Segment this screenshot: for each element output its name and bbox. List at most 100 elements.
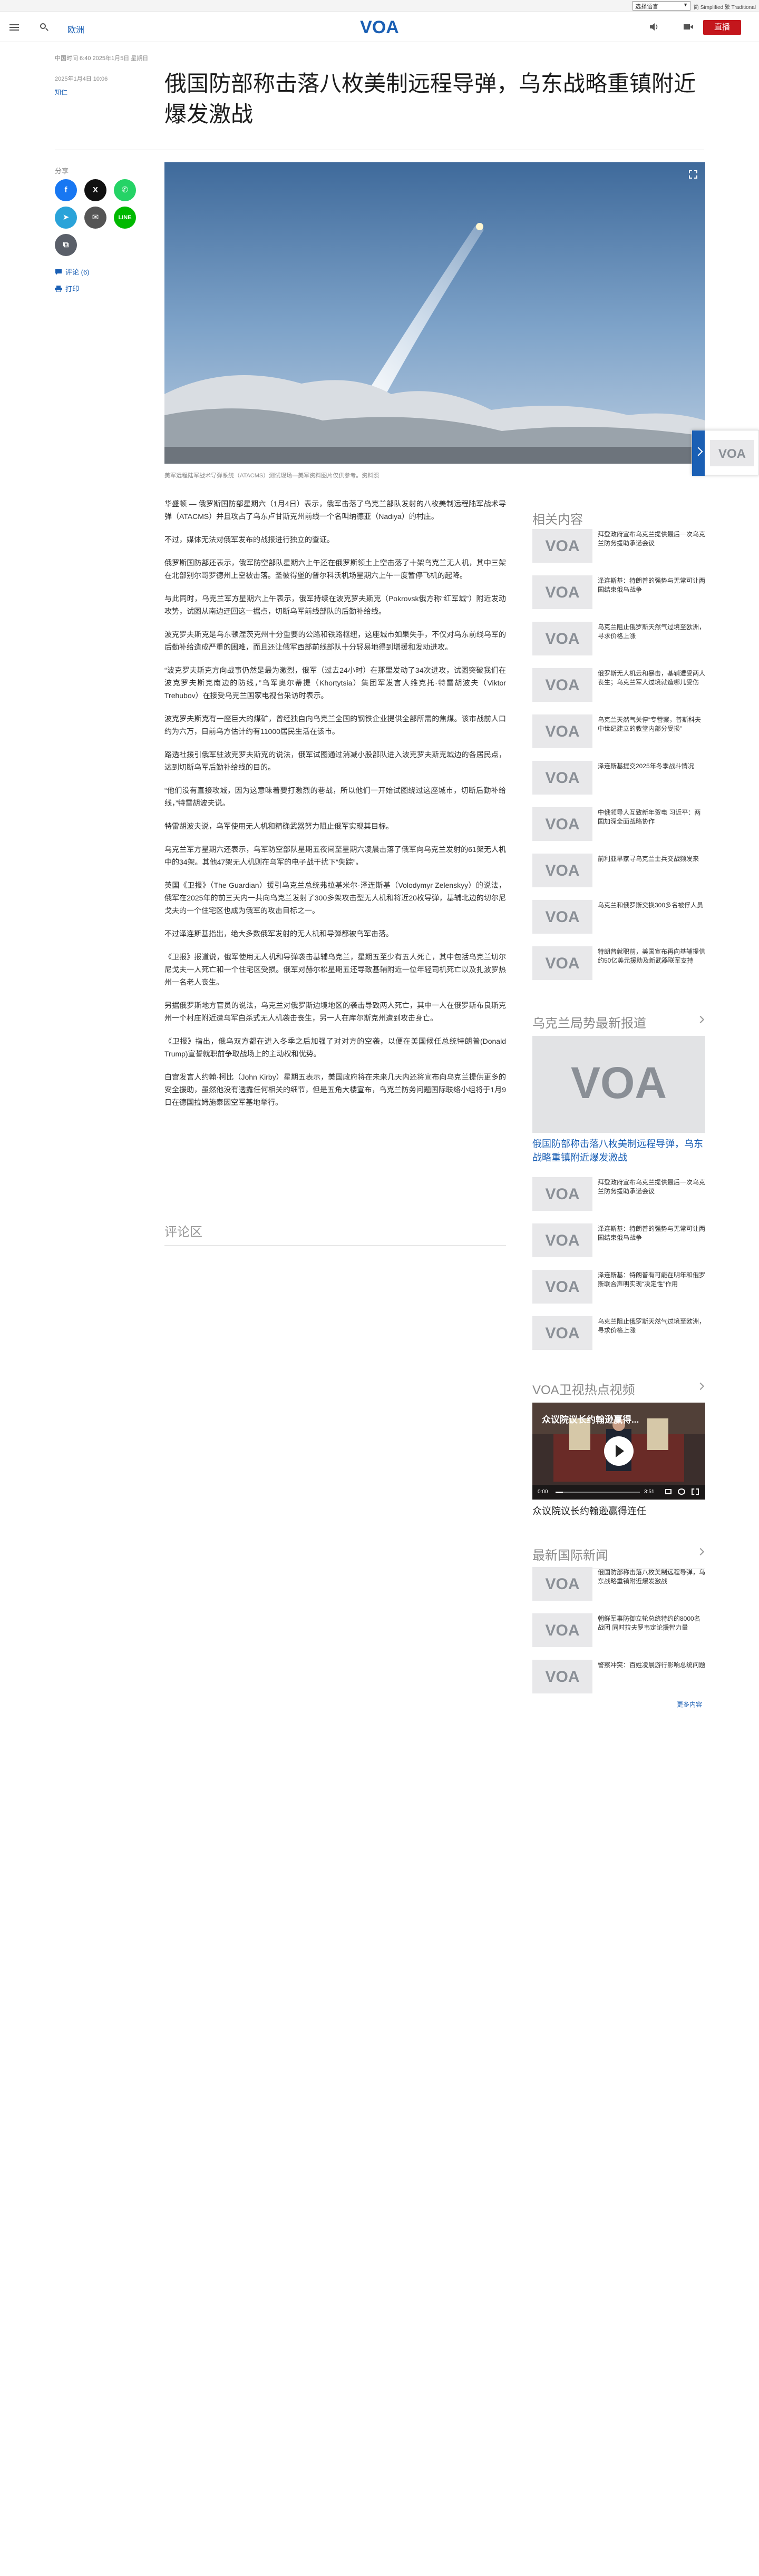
list-item[interactable]: VOA 拜登政府宣布乌克兰提供最后一次乌克兰防务援助承诺会议: [532, 529, 705, 566]
voa-placeholder-logo: VOA: [545, 677, 579, 694]
telegram-icon[interactable]: ➤: [55, 207, 77, 229]
paragraph: 波克罗夫斯克有一座巨大的煤矿，曾经独自向乌克兰全国的钢铁企业提供全部所需的焦煤。…: [164, 714, 506, 736]
list-item[interactable]: VOA 乌克兰天然气关停“专营案，普斯科夫中世纪建立的教堂内部分受损”: [532, 714, 705, 751]
list-item[interactable]: VOA 乌克兰阻止俄罗斯天然气过境至欧洲，寻求价格上涨: [532, 1316, 705, 1353]
thumbnail: VOA: [532, 1567, 592, 1601]
video-progress-track[interactable]: [556, 1492, 640, 1493]
paragraph: 路透社援引俄军驻波克罗夫斯克的说法，俄军试图通过消减小股部队进入波克罗夫斯克城边…: [164, 750, 506, 771]
thumbnail: VOA: [532, 1613, 592, 1647]
print-link-label: 打印: [65, 285, 80, 293]
floating-player[interactable]: VOA: [692, 430, 759, 476]
share-label: 分享: [55, 167, 69, 175]
list-item-title: 特朗普就职前，美国宣布再向基辅提供约50亿美元援助及新武器联军支持: [598, 948, 706, 964]
audio-icon[interactable]: [649, 23, 659, 31]
hero-image[interactable]: [164, 162, 705, 464]
latest-featured-thumbnail[interactable]: VOA: [532, 1036, 705, 1133]
paragraph: 白宫发言人约翰·柯比（John Kirby）星期五表示，美国政府将在未来几天内还…: [164, 1073, 506, 1106]
svg-text:VOA: VOA: [545, 630, 579, 648]
video-icon[interactable]: [683, 23, 694, 31]
list-item[interactable]: VOA 乌克兰和俄罗斯交换300多名被俘人员: [532, 900, 705, 937]
more-link[interactable]: 更多内容: [677, 1700, 702, 1709]
video-current-time: 0:00: [538, 1489, 548, 1495]
world-heading[interactable]: 最新国际新闻: [532, 1545, 705, 1569]
list-item[interactable]: VOA 警察冲突：百姓凌晨游行影响总统问题: [532, 1660, 705, 1697]
svg-text:VOA: VOA: [545, 908, 579, 926]
list-item[interactable]: VOA 泽连斯基：特朗普有可能在明年和俄罗斯联合声明实现“决定性”作用: [532, 1270, 705, 1307]
language-select[interactable]: 选择语言 ▼: [632, 1, 690, 11]
whatsapp-icon[interactable]: ✆: [114, 179, 136, 201]
latest-featured-title[interactable]: 俄国防部称击落八枚美制远程导弹，乌东战略重镇附近爆发激战: [532, 1137, 705, 1164]
list-item-title: 中俄领导人互致新年贺电 习近平：两国加深全面战略协作: [598, 809, 701, 825]
list-item[interactable]: VOA 俄罗斯无人机云和暴击，基辅遭受两人丧生；乌克兰军人过境就造哪儿受伤: [532, 668, 705, 705]
list-item-title: 俄罗斯无人机云和暴击，基辅遭受两人丧生；乌克兰军人过境就造哪儿受伤: [598, 670, 706, 686]
paragraph: 《卫报》报道说，俄军使用无人机和导弹袭击基辅乌克兰，星期五至少有五人死亡，其中包…: [164, 953, 506, 986]
video-player[interactable]: 众议院议长约翰逊赢得... 0:00 3:51: [532, 1403, 705, 1500]
paragraph: 波克罗夫斯克是乌东顿涅茨克州十分重要的公路和铁路枢纽，这座城市如果失手，不仅对乌…: [164, 630, 506, 651]
print-link[interactable]: 打印: [55, 283, 79, 293]
play-icon[interactable]: [604, 1436, 634, 1466]
paragraph: 另据俄罗斯地方官员的说法，乌克兰对俄罗斯边境地区的袭击导致两人死亡，其中一人在俄…: [164, 1001, 506, 1022]
paragraph: 与此同时，乌克兰军方星期六上午表示，俄军持续在波克罗夫斯克（Pokrovsk俄方…: [164, 594, 506, 615]
list-item[interactable]: VOA 泽连斯基：特朗普的强势与无常可让两国结束俄乌战争: [532, 575, 705, 612]
volume-icon[interactable]: [665, 1489, 672, 1494]
thumbnail: VOA: [532, 854, 592, 887]
svg-text:VOA: VOA: [718, 447, 746, 461]
list-item[interactable]: VOA 特朗普就职前，美国宣布再向基辅提供约50亿美元援助及新武器联军支持: [532, 946, 705, 983]
video-progress-fill: [556, 1492, 563, 1493]
svg-text:VOA: VOA: [545, 816, 579, 833]
video-heading[interactable]: VOA卫视热点视频: [532, 1379, 705, 1404]
thumbnail: VOA: [532, 761, 592, 795]
author-link[interactable]: 知仁: [55, 87, 67, 96]
list-item-title: 前利亚早家寻乌克兰士兵交战频发来: [598, 855, 699, 863]
local-time: 中国时间 6:40 2025年1月5日 星期日: [55, 55, 149, 62]
paragraph: 华盛顿 — 俄罗斯国防部星期六（1月4日）表示，俄军击落了乌克兰部队发射的八枚美…: [164, 499, 506, 521]
voa-placeholder-logo: VOA: [545, 1278, 579, 1296]
svg-text:VOA: VOA: [545, 723, 579, 740]
list-item[interactable]: VOA 中俄领导人互致新年贺电 习近平：两国加深全面战略协作: [532, 807, 705, 844]
list-item[interactable]: VOA 前利亚早家寻乌克兰士兵交战频发来: [532, 854, 705, 890]
list-item-title: 拜登政府宣布乌克兰提供最后一次乌克兰防务援助承诺会议: [598, 1179, 706, 1195]
list-item-title: 泽连斯基：特朗普的强势与无常可让两国结束俄乌战争: [598, 577, 706, 593]
latest-heading[interactable]: 乌克兰局势最新报道: [532, 1013, 705, 1037]
related-heading-text: 相关内容: [532, 513, 583, 527]
article-title: 俄国防部称击落八枚美制远程导弹，乌东战略重镇附近爆发激战: [164, 71, 696, 126]
list-item-title: 泽连斯基提交2025年冬季战斗情况: [598, 762, 694, 770]
thumbnail: VOA: [532, 1223, 592, 1257]
svg-text:VOA: VOA: [545, 1325, 579, 1342]
fullscreen-icon[interactable]: [692, 1488, 699, 1495]
copy-link-icon[interactable]: ⧉: [55, 234, 77, 256]
list-item[interactable]: VOA 朝鲜军事防御立轮总统特约的8000名战团 同时拉夫罗韦定论援智力量: [532, 1613, 705, 1650]
video-title[interactable]: 众议院议长约翰逊赢得连任: [532, 1504, 705, 1517]
chevron-right-icon: [696, 1015, 705, 1024]
list-item[interactable]: VOA 泽连斯基：特朗普的强势与无常可让两国结束俄乌战争: [532, 1223, 705, 1260]
image-caption: 美军远程陆军战术导弹系统（ATACMS）测试现场—美军资料图片仅供参考。资料照: [164, 473, 380, 479]
voa-logo[interactable]: VOA: [353, 17, 406, 36]
list-item[interactable]: VOA 乌克兰阻止俄罗斯天然气过境至欧洲，寻求价格上涨: [532, 622, 705, 659]
script-switcher[interactable]: 简 Simplified 繁 Traditional: [694, 3, 756, 11]
list-item[interactable]: VOA 俄国防部称击落八枚美制远程导弹，乌东战略重镇附近爆发激战: [532, 1567, 705, 1604]
email-icon[interactable]: ✉: [84, 207, 106, 229]
list-item[interactable]: VOA 泽连斯基提交2025年冬季战斗情况: [532, 761, 705, 798]
line-icon[interactable]: LINE: [114, 207, 136, 229]
list-item-title: 朝鲜军事防御立轮总统特约的8000名战团 同时拉夫罗韦定论援智力量: [598, 1615, 700, 1631]
live-button[interactable]: 直播: [703, 20, 741, 35]
settings-icon[interactable]: [678, 1488, 685, 1495]
facebook-icon[interactable]: f: [55, 179, 77, 201]
list-item[interactable]: VOA 拜登政府宣布乌克兰提供最后一次乌克兰防务援助承诺会议: [532, 1177, 705, 1214]
x-icon[interactable]: X: [84, 179, 106, 201]
language-strip: 选择语言 ▼ 简 Simplified 繁 Traditional: [0, 0, 759, 12]
list-item-title: 警察冲突：百姓凌晨游行影响总统问题: [598, 1661, 706, 1669]
voa-placeholder-logo: VOA: [545, 1232, 579, 1249]
video-heading-text: VOA卫视热点视频: [532, 1383, 635, 1397]
floating-player-handle[interactable]: [692, 430, 705, 476]
svg-text:VOA: VOA: [545, 769, 579, 787]
voa-placeholder-logo: VOA: [545, 1622, 579, 1639]
language-select-label: 选择语言: [635, 4, 658, 10]
expand-icon[interactable]: [688, 170, 698, 179]
comments-link[interactable]: 评论 (6): [55, 267, 90, 277]
section-link[interactable]: 欧洲: [67, 23, 84, 35]
chevron-down-icon: ▼: [683, 2, 688, 7]
menu-icon[interactable]: [9, 24, 19, 31]
list-item-title: 乌克兰和俄罗斯交换300多名被俘人员: [598, 902, 704, 909]
search-icon[interactable]: [39, 22, 50, 33]
